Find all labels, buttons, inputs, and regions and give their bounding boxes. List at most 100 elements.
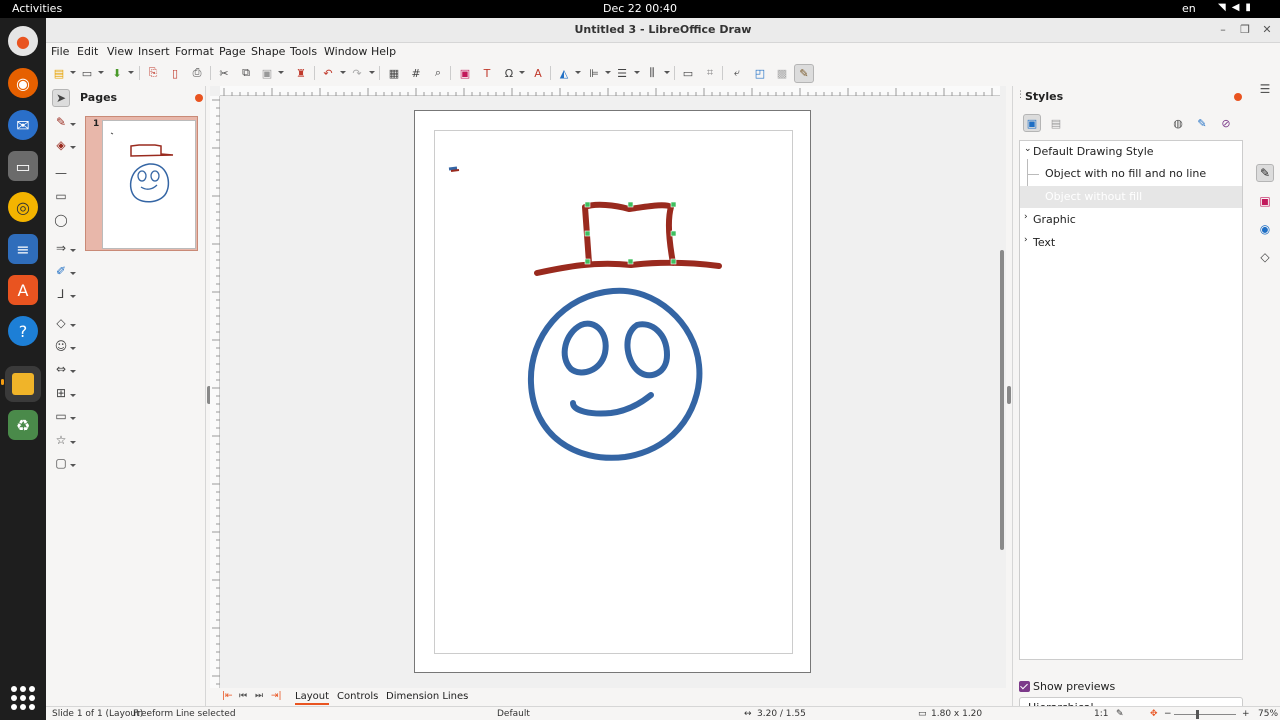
show-apps-icon[interactable] xyxy=(11,686,35,710)
shadow-icon[interactable]: ▭ xyxy=(680,65,696,81)
left-eye[interactable] xyxy=(561,320,609,376)
styles-actions-icon[interactable]: ⊘ xyxy=(1217,114,1235,132)
vertical-scrollbar[interactable] xyxy=(998,96,1006,696)
show-draw-functions-icon[interactable]: ✎ xyxy=(794,64,814,83)
redo-dropdown-arrow[interactable] xyxy=(369,71,375,74)
shapes-deck-icon[interactable]: ◇ xyxy=(1256,248,1274,266)
style-item-no-fill-no-line[interactable]: Object with no fill and no line xyxy=(1020,163,1242,185)
distribute-icon[interactable]: ⫼ xyxy=(644,65,660,81)
undo-dropdown-arrow[interactable] xyxy=(340,71,346,74)
small-stroke-red[interactable] xyxy=(450,169,460,172)
connectors-icon[interactable]: ⅃ xyxy=(52,285,70,303)
tab-layout[interactable]: Layout xyxy=(295,691,329,705)
export-icon[interactable]: ⎘ xyxy=(145,65,161,81)
chevron-down-icon[interactable]: ⌄ xyxy=(1024,144,1032,154)
tab-controls[interactable]: Controls xyxy=(337,691,378,702)
redo-icon[interactable]: ↷ xyxy=(349,65,365,81)
callouts-dropdown-arrow[interactable] xyxy=(70,417,76,420)
trash-icon[interactable]: ♻ xyxy=(8,410,38,440)
show-previews-checkbox[interactable]: Show previews xyxy=(1019,680,1115,693)
3d-objects-icon[interactable]: ▢ xyxy=(52,454,70,472)
insert-image-icon[interactable]: ▣ xyxy=(457,65,473,81)
helplines-icon[interactable]: # xyxy=(408,65,424,81)
presentation-styles-icon[interactable]: ▤ xyxy=(1047,114,1065,132)
line-color-dropdown-arrow[interactable] xyxy=(70,123,76,126)
undo-icon[interactable]: ↶ xyxy=(320,65,336,81)
paste-icon[interactable]: ▣ xyxy=(259,65,275,81)
arrow-lines-icon[interactable]: ⇒ xyxy=(52,239,70,257)
document-modified-icon[interactable]: ✎ xyxy=(1116,709,1124,719)
smile[interactable] xyxy=(570,392,654,417)
menu-page[interactable]: Page xyxy=(219,45,246,58)
select-arrow-icon[interactable]: ➤ xyxy=(52,89,70,107)
next-tab-icon[interactable]: ⏭ xyxy=(255,691,263,701)
sidebar-splitter[interactable] xyxy=(1007,386,1011,404)
new-document-icon[interactable]: ▤ xyxy=(51,65,67,81)
menu-shape[interactable]: Shape xyxy=(251,45,285,58)
page-style-status[interactable]: Default xyxy=(497,709,530,719)
menu-file[interactable]: File xyxy=(51,45,69,58)
special-character-icon[interactable]: Ω xyxy=(501,65,517,81)
styles-list[interactable]: ⌄ Default Drawing Style Object with no f… xyxy=(1019,140,1243,660)
export-pdf-icon[interactable]: ▯ xyxy=(167,65,183,81)
copy-icon[interactable]: ⧉ xyxy=(238,65,254,81)
line-color-icon[interactable]: ✎ xyxy=(52,113,70,131)
styles-deck-icon[interactable]: ✎ xyxy=(1256,164,1274,182)
stars-icon[interactable]: ☆ xyxy=(52,431,70,449)
style-item-object-without-fill[interactable]: Object without fill xyxy=(1020,186,1242,208)
face-outline[interactable] xyxy=(527,287,703,461)
clock[interactable]: Dec 22 00:40 xyxy=(0,2,1280,15)
fit-page-icon[interactable]: ✥ xyxy=(1150,709,1158,719)
flowchart-icon[interactable]: ⊞ xyxy=(52,384,70,402)
firefox-icon[interactable]: ◉ xyxy=(8,68,38,98)
clone-formatting-icon[interactable]: ♜ xyxy=(293,65,309,81)
line-tool-icon[interactable]: — xyxy=(52,164,70,182)
zoom-level[interactable]: 75% xyxy=(1258,709,1278,719)
save-icon[interactable]: ⬇ xyxy=(109,65,125,81)
open-icon[interactable]: ▭ xyxy=(79,65,95,81)
symbol-shapes-dropdown-arrow[interactable] xyxy=(70,347,76,350)
cut-icon[interactable]: ✂ xyxy=(216,65,232,81)
grip-icon[interactable]: ⋮ xyxy=(1016,90,1025,100)
insert-textbox-icon[interactable]: T xyxy=(479,65,495,81)
ubuntu-icon[interactable]: ● xyxy=(8,26,38,56)
vertical-scrollbar-thumb[interactable] xyxy=(1000,250,1004,550)
navigator-deck-icon[interactable]: ◉ xyxy=(1256,220,1274,238)
crop-icon[interactable]: ⌗ xyxy=(702,65,718,81)
align-objects-icon[interactable]: ⊫ xyxy=(586,65,602,81)
input-language[interactable]: en xyxy=(1182,2,1196,15)
thunderbird-icon[interactable]: ✉ xyxy=(8,110,38,140)
page-thumbnail[interactable]: 1 xyxy=(85,116,198,251)
new-style-from-selection-icon[interactable]: ✎ xyxy=(1193,114,1211,132)
symbol-shapes-icon[interactable]: ☺ xyxy=(52,337,70,355)
menu-edit[interactable]: Edit xyxy=(77,45,98,58)
connectors-dropdown-arrow[interactable] xyxy=(70,295,76,298)
writer-icon[interactable]: ≡ xyxy=(8,234,38,264)
previous-tab-icon[interactable]: ⏮ xyxy=(239,691,247,701)
save-dropdown-arrow[interactable] xyxy=(128,71,134,74)
zoom-pan-icon[interactable]: ⌕ xyxy=(430,65,446,81)
software-icon[interactable]: A xyxy=(8,275,38,305)
open-dropdown-arrow[interactable] xyxy=(98,71,104,74)
align-dropdown-arrow[interactable] xyxy=(605,71,611,74)
system-tray[interactable]: ◥◀▮ xyxy=(1218,2,1257,13)
transformations-icon[interactable]: ◭ xyxy=(556,65,572,81)
fill-color-icon[interactable]: ◈ xyxy=(52,136,70,154)
help-icon[interactable]: ? xyxy=(8,316,38,346)
chevron-right-icon[interactable]: › xyxy=(1024,212,1028,222)
ellipse-tool-icon[interactable]: ◯ xyxy=(52,211,70,229)
fill-format-mode-icon[interactable]: ◍ xyxy=(1169,114,1187,132)
arrange-dropdown-arrow[interactable] xyxy=(634,71,640,74)
zoom-slider[interactable] xyxy=(1174,714,1236,715)
fontwork-icon[interactable]: A xyxy=(530,65,546,81)
curves-dropdown-arrow[interactable] xyxy=(70,272,76,275)
draw-icon[interactable] xyxy=(5,366,41,402)
basic-shapes-dropdown-arrow[interactable] xyxy=(70,324,76,327)
special-character-dropdown-arrow[interactable] xyxy=(519,71,525,74)
tab-dimension-lines[interactable]: Dimension Lines xyxy=(386,691,468,702)
right-eye[interactable] xyxy=(624,321,671,379)
new-dropdown-arrow[interactable] xyxy=(70,71,76,74)
drawing-styles-icon[interactable]: ▣ xyxy=(1023,114,1041,132)
drawing-page[interactable] xyxy=(414,110,811,673)
files-icon[interactable]: ▭ xyxy=(8,151,38,181)
